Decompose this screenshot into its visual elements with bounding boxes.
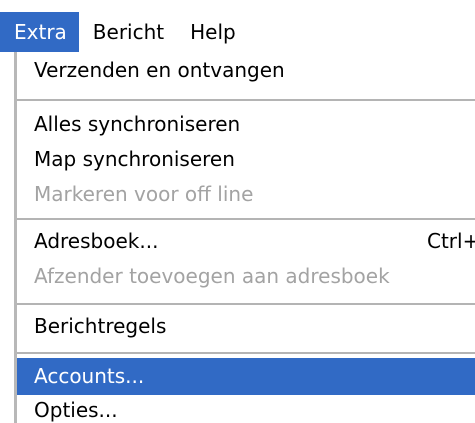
menu-item-label: Adresboek... <box>34 229 159 253</box>
menu-separator <box>17 99 475 101</box>
menu-item-label: Accounts... <box>34 364 145 388</box>
menu-item-adresboek[interactable]: Adresboek... Ctrl+ <box>17 223 475 260</box>
menu-item-label: Verzenden en ontvangen <box>34 58 285 82</box>
menubar-bericht[interactable]: Bericht <box>79 12 176 52</box>
menu-item-label: Alles synchroniseren <box>34 112 241 136</box>
menu-item-label: Opties... <box>34 398 118 422</box>
extra-dropdown-menu: Verzenden en ontvangen Alles synchronise… <box>14 52 475 423</box>
menu-item-opties[interactable]: Opties... <box>17 392 475 423</box>
menu-bar: Extra Bericht Help <box>0 12 475 52</box>
menu-item-label: Berichtregels <box>34 314 167 338</box>
menu-separator <box>17 303 475 305</box>
menu-item-map-synchroniseren[interactable]: Map synchroniseren <box>17 141 475 178</box>
menu-item-accounts[interactable]: Accounts... <box>17 358 475 395</box>
menu-separator <box>17 352 475 354</box>
menu-item-afzender-toevoegen: Afzender toevoegen aan adresboek <box>17 258 475 295</box>
menu-item-label: Afzender toevoegen aan adresboek <box>34 264 390 288</box>
menubar-help[interactable]: Help <box>176 12 248 52</box>
menu-item-markeren-voor-off-line: Markeren voor off line <box>17 176 475 213</box>
menu-item-verzenden-en-ontvangen[interactable]: Verzenden en ontvangen <box>17 52 475 89</box>
menu-separator <box>17 218 475 220</box>
menu-item-shortcut: Ctrl+ <box>427 229 475 253</box>
menubar-extra[interactable]: Extra <box>0 12 79 52</box>
menu-item-label: Map synchroniseren <box>34 147 235 171</box>
menu-item-alles-synchroniseren[interactable]: Alles synchroniseren <box>17 106 475 143</box>
menu-item-berichtregels[interactable]: Berichtregels <box>17 308 475 345</box>
menu-item-label: Markeren voor off line <box>34 182 254 206</box>
